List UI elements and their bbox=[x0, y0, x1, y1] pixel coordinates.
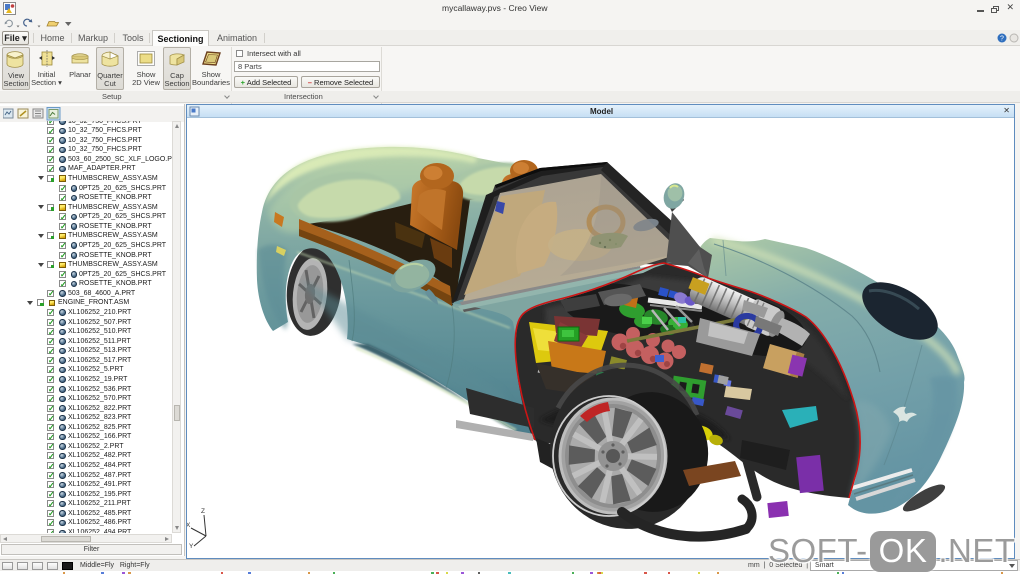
svg-text:?: ? bbox=[1000, 36, 1004, 43]
svg-text:Y: Y bbox=[189, 543, 194, 550]
svg-text:Z: Z bbox=[201, 508, 205, 515]
svg-text:X: X bbox=[187, 522, 191, 529]
